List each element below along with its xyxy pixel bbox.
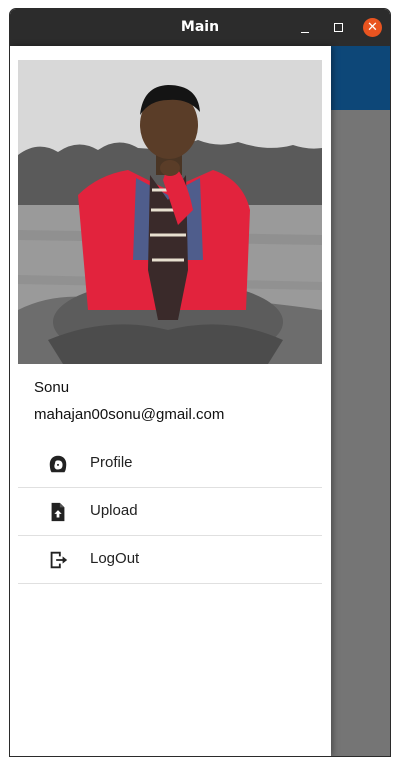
user-name: Sonu — [34, 379, 70, 396]
window-title: Main — [180, 19, 220, 35]
user-email: mahajan00sonu@gmail.com — [34, 406, 225, 423]
maximize-icon[interactable] — [334, 23, 343, 32]
menu-item-profile[interactable]: Profile — [18, 440, 322, 488]
profile-photo — [18, 60, 322, 364]
logout-icon — [47, 549, 69, 571]
menu-item-upload[interactable]: Upload — [18, 488, 322, 536]
close-icon[interactable]: ✕ — [363, 18, 382, 37]
app-window: Main ✕ Sonu mahajan00sonu@gmail.com Prof… — [9, 8, 391, 757]
menu-item-label: Upload — [90, 502, 138, 519]
menu-item-label: Profile — [90, 454, 133, 471]
title-bar[interactable]: Main ✕ — [10, 9, 390, 46]
menu-item-logout[interactable]: LogOut — [18, 536, 322, 584]
drawer-menu: Profile Upload LogOut — [18, 440, 322, 584]
minimize-icon[interactable] — [301, 32, 309, 33]
upload-file-icon — [47, 501, 69, 523]
face-icon — [47, 453, 69, 475]
navigation-drawer: Sonu mahajan00sonu@gmail.com Profile Upl… — [10, 46, 331, 756]
menu-item-label: LogOut — [90, 550, 140, 567]
